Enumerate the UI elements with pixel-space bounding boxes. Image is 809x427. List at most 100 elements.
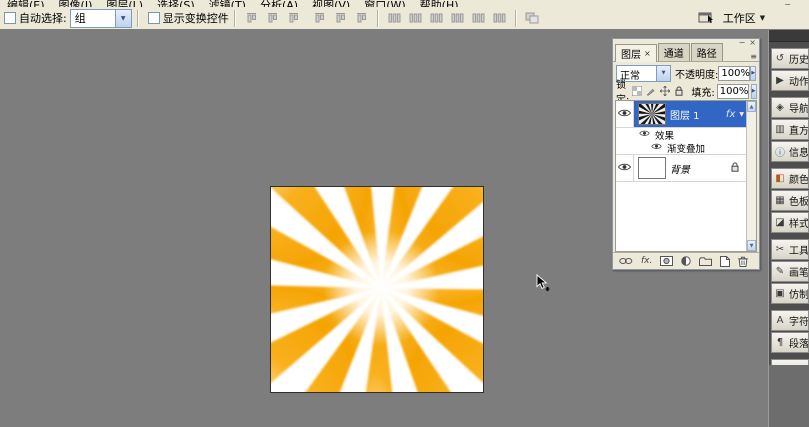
add-layer-mask-icon[interactable] <box>660 256 674 266</box>
new-adjustment-layer-icon[interactable] <box>681 256 692 266</box>
fill-input[interactable]: 100% <box>716 83 749 99</box>
color-icon: ◧ <box>775 173 785 184</box>
fill-slider-button[interactable]: ▶ <box>750 83 757 99</box>
dock-button-样式[interactable]: ◪ 样式 <box>771 212 809 233</box>
auto-align-layers-button[interactable] <box>523 9 542 27</box>
opacity-slider-button[interactable]: ▶ <box>750 65 757 81</box>
fill-label: 填充: <box>691 87 715 99</box>
tool-options-bar: 自动选择: 组 ▼ 显示变换控件 工作区 ▼ <box>0 7 809 30</box>
align-right-edges-button[interactable] <box>352 9 371 27</box>
align-left-edges-button[interactable] <box>310 9 329 27</box>
dock-button-信息[interactable]: ⓘ 信息 <box>771 141 809 162</box>
menu-item[interactable]: 选择(S) <box>150 0 202 7</box>
layers-scrollbar[interactable]: ▲ ▼ <box>746 101 756 251</box>
layer-name[interactable]: 背景 <box>670 161 690 176</box>
panel-tabs: 图层 × 通道 路径 ≡ <box>613 43 759 62</box>
dock-button-画笔[interactable]: ✎ 画笔 <box>771 261 809 282</box>
document-window-controls[interactable]: − <box>784 0 795 7</box>
distribute-left-edges-button[interactable] <box>448 9 467 27</box>
dock-button-动作[interactable]: ▶ 动作 <box>771 70 809 91</box>
effect-label: 效果 <box>655 130 675 142</box>
tab-panel[interactable]: 路径 <box>690 43 723 61</box>
opacity-input[interactable]: 100% <box>718 65 751 81</box>
lock-transparent-pixels-icon[interactable] <box>631 86 643 96</box>
align-top-edges-button[interactable] <box>242 9 261 27</box>
chevron-down-icon[interactable]: ▼ <box>656 65 670 81</box>
dock-button-label: 色板 <box>789 197 809 208</box>
lock-image-pixels-icon[interactable] <box>645 86 657 96</box>
chevron-down-icon: ▼ <box>759 14 766 22</box>
layers-panel-bottom-bar: fx. <box>613 252 759 269</box>
link-layers-icon[interactable] <box>619 257 633 265</box>
dock-button-直方[interactable]: ▥ 直方 <box>771 119 809 140</box>
dock-button-色板[interactable]: ▦ 色板 <box>771 190 809 211</box>
dock-button-导航[interactable]: ◈ 导航 <box>771 97 809 118</box>
dock-button-字符[interactable]: A 字符 <box>771 310 809 331</box>
background-layer-row[interactable]: 背景 <box>616 155 747 182</box>
menu-item[interactable]: 视图(V) <box>305 0 357 7</box>
dock-button-label: 画笔 <box>789 268 809 279</box>
tab-label: 路径 <box>696 49 717 60</box>
new-group-icon[interactable] <box>699 256 713 266</box>
auto-select-mode-dropdown[interactable]: 组 ▼ <box>69 8 132 28</box>
menu-item[interactable]: 窗口(W) <box>357 0 412 7</box>
layers-panel: − × 图层×通道路径≡ 正常 ▼ 不透明度: 100% ▶ 锁定: 填充: 1… <box>612 38 760 270</box>
panel-close-icon[interactable]: × <box>749 39 756 47</box>
dock-button-颜色[interactable]: ◧ 颜色 <box>771 168 809 189</box>
effects-collapse-icon[interactable]: ▼ <box>739 111 744 118</box>
add-layer-style-icon[interactable]: fx. <box>641 256 652 266</box>
auto-select-checkbox[interactable] <box>4 12 16 24</box>
scroll-down-icon[interactable]: ▼ <box>747 240 756 251</box>
menu-item[interactable]: 滤镜(T) <box>202 0 253 7</box>
layer-thumbnail[interactable] <box>616 101 699 161</box>
actions-icon: ▶ <box>776 75 784 86</box>
effects-header-row[interactable]: 效果 <box>616 128 747 142</box>
effect-item-row[interactable]: 渐变叠加 <box>616 141 747 155</box>
document-canvas[interactable] <box>270 186 484 393</box>
show-transform-checkbox[interactable] <box>147 12 160 24</box>
menu-item[interactable]: 编辑(E) <box>0 0 52 7</box>
close-icon[interactable]: × <box>644 49 651 58</box>
distribute-top-edges-button[interactable] <box>385 9 404 27</box>
layer-row[interactable]: 图层 1 fx ▼ <box>616 101 747 161</box>
dock-button-段落[interactable]: ¶ 段落 <box>771 332 809 353</box>
dock-button-历史[interactable]: ↺ 历史 <box>771 48 809 69</box>
align-horizontal-centers-button[interactable] <box>331 9 350 27</box>
dock-button-工具[interactable]: ✂ 工具 <box>771 239 809 260</box>
move-tool-cursor <box>535 274 553 296</box>
panel-menu-icon[interactable]: ≡ <box>750 53 757 61</box>
new-layer-icon[interactable] <box>720 255 731 267</box>
menu-item[interactable]: 分析(A) <box>253 0 305 7</box>
menu-item[interactable]: 图像(I) <box>52 0 100 7</box>
tab-layers-active[interactable]: 图层 × <box>615 44 657 62</box>
distribute-vertical-centers-button[interactable] <box>406 9 425 27</box>
scroll-up-icon[interactable]: ▲ <box>747 101 756 112</box>
eye-icon[interactable] <box>651 143 662 152</box>
distribute-right-edges-button[interactable] <box>490 9 509 27</box>
align-bottom-edges-button[interactable] <box>284 9 303 27</box>
lock-all-icon[interactable] <box>673 86 685 96</box>
history-icon: ↺ <box>775 53 785 64</box>
layer-style-fx-icon[interactable]: fx <box>726 109 735 120</box>
distribute-bottom-edges-button[interactable] <box>427 9 446 27</box>
menu-item[interactable]: 帮助(H) <box>413 0 466 7</box>
delete-layer-icon[interactable] <box>738 256 749 267</box>
menu-item[interactable]: 图层(L) <box>99 0 150 7</box>
visibility-toggle[interactable] <box>616 155 634 181</box>
dock-button-仿制[interactable]: ▣ 仿制 <box>771 283 809 304</box>
visibility-toggle[interactable] <box>616 101 634 127</box>
auto-select-label: 自动选择: <box>19 12 67 25</box>
tab-panel[interactable]: 通道 <box>657 43 690 61</box>
workspace-switcher[interactable]: 工作区 ▼ <box>698 10 765 26</box>
panel-minimize-icon[interactable]: − <box>739 39 746 47</box>
distribute-horizontal-centers-button[interactable] <box>469 9 488 27</box>
align-vertical-centers-button[interactable] <box>263 9 282 27</box>
layer-name[interactable]: 图层 1 <box>670 107 700 122</box>
layers-list: 图层 1 fx ▼ 效果 渐变叠加 背景 ▲ ▼ <box>615 100 757 252</box>
layer-thumbnail[interactable] <box>638 157 666 179</box>
eye-icon[interactable] <box>639 130 650 139</box>
brushes-icon: ✎ <box>775 266 785 277</box>
chevron-down-icon[interactable]: ▼ <box>114 9 131 27</box>
lock-position-icon[interactable] <box>659 86 671 96</box>
dock-header[interactable] <box>769 30 809 42</box>
